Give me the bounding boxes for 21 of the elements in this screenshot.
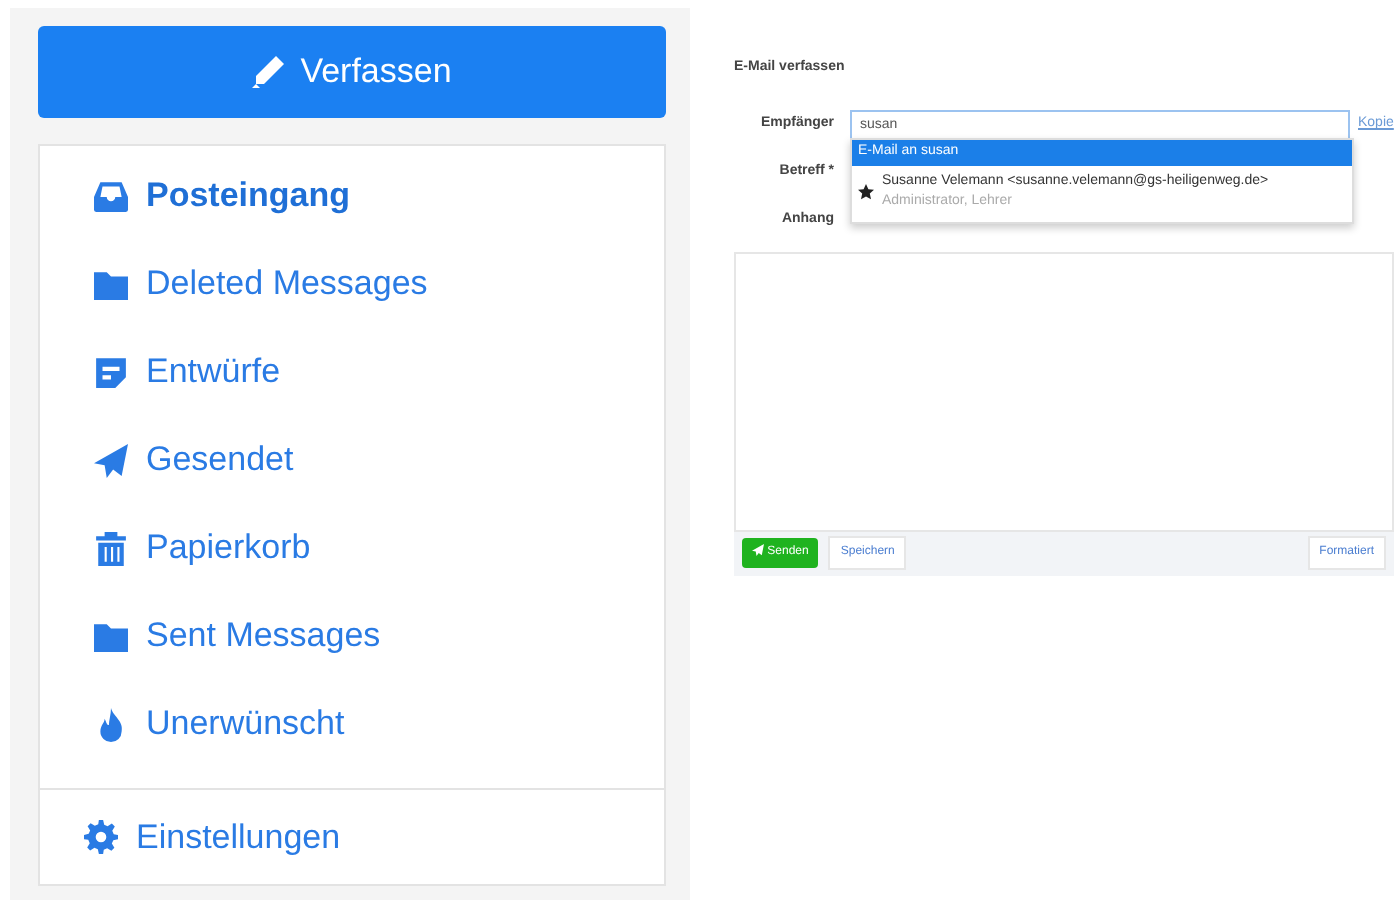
- folder-link[interactable]: Posteingang: [40, 152, 664, 240]
- flame-icon: [94, 707, 128, 741]
- settings-icon: [84, 820, 118, 854]
- paper-plane-icon: [94, 443, 128, 477]
- folder-icon: [94, 619, 128, 653]
- folder-link[interactable]: Gesendet: [40, 416, 664, 504]
- folder-link[interactable]: Unerwünscht: [40, 680, 664, 768]
- folder-link[interactable]: Entwürfe: [40, 328, 664, 416]
- trash-icon: [94, 531, 128, 565]
- folder-link[interactable]: Sent Messages: [40, 592, 664, 680]
- folder-icon: [94, 267, 128, 301]
- settings-link[interactable]: Einstellungen: [84, 793, 341, 881]
- folder-link[interactable]: Deleted Messages: [40, 240, 664, 328]
- send-icon: [752, 544, 764, 557]
- pencil-icon: [252, 56, 285, 88]
- folder-link[interactable]: Papierkorb: [40, 504, 664, 592]
- star-icon: [858, 184, 874, 200]
- note-icon: [94, 355, 128, 389]
- inbox-icon: [94, 179, 128, 213]
- compose-button[interactable]: Verfassen: [38, 26, 666, 118]
- message-editor[interactable]: [734, 251, 1394, 531]
